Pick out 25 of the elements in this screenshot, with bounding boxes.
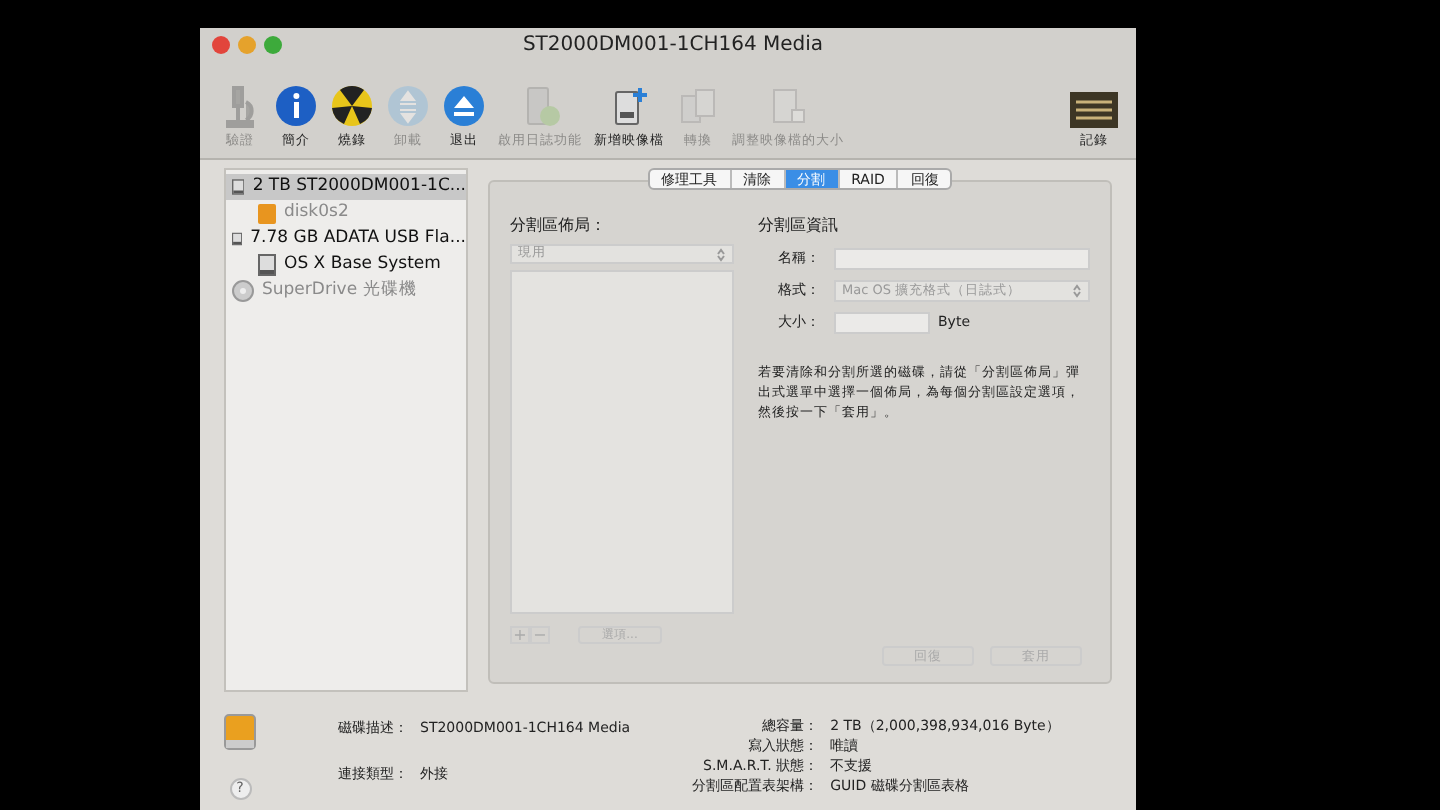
sidebar-item[interactable]: 2 TB ST2000DM001-1C... bbox=[226, 174, 466, 200]
sidebar-item[interactable]: OS X Base System bbox=[226, 252, 466, 278]
chevron-up-down-icon bbox=[716, 247, 726, 261]
documents-icon bbox=[676, 84, 720, 129]
unmount-icon bbox=[386, 84, 430, 129]
window-title: ST2000DM001-1CH164 Media bbox=[522, 31, 824, 59]
name-field[interactable] bbox=[834, 248, 1090, 270]
drive-icon bbox=[232, 176, 245, 198]
eject-icon bbox=[442, 84, 486, 129]
disc-icon bbox=[232, 280, 254, 302]
volume-icon bbox=[258, 203, 276, 223]
drive-icon bbox=[258, 254, 276, 276]
close-button[interactable] bbox=[212, 35, 230, 53]
sidebar-item[interactable]: 7.78 GB ADATA USB Fla... bbox=[226, 226, 466, 252]
info-icon bbox=[274, 84, 318, 129]
drive-icon bbox=[232, 228, 243, 250]
radiation-icon bbox=[330, 84, 374, 129]
chevron-up-down-icon bbox=[1072, 284, 1082, 298]
size-field[interactable] bbox=[834, 312, 930, 334]
section-title: 分割區資訊 bbox=[758, 214, 840, 238]
log-icon bbox=[1070, 92, 1118, 129]
section-title: 分割區佈局： bbox=[510, 214, 608, 238]
zoom-button[interactable] bbox=[264, 35, 282, 53]
drive-icon bbox=[224, 714, 256, 750]
minimize-button[interactable] bbox=[238, 35, 256, 53]
